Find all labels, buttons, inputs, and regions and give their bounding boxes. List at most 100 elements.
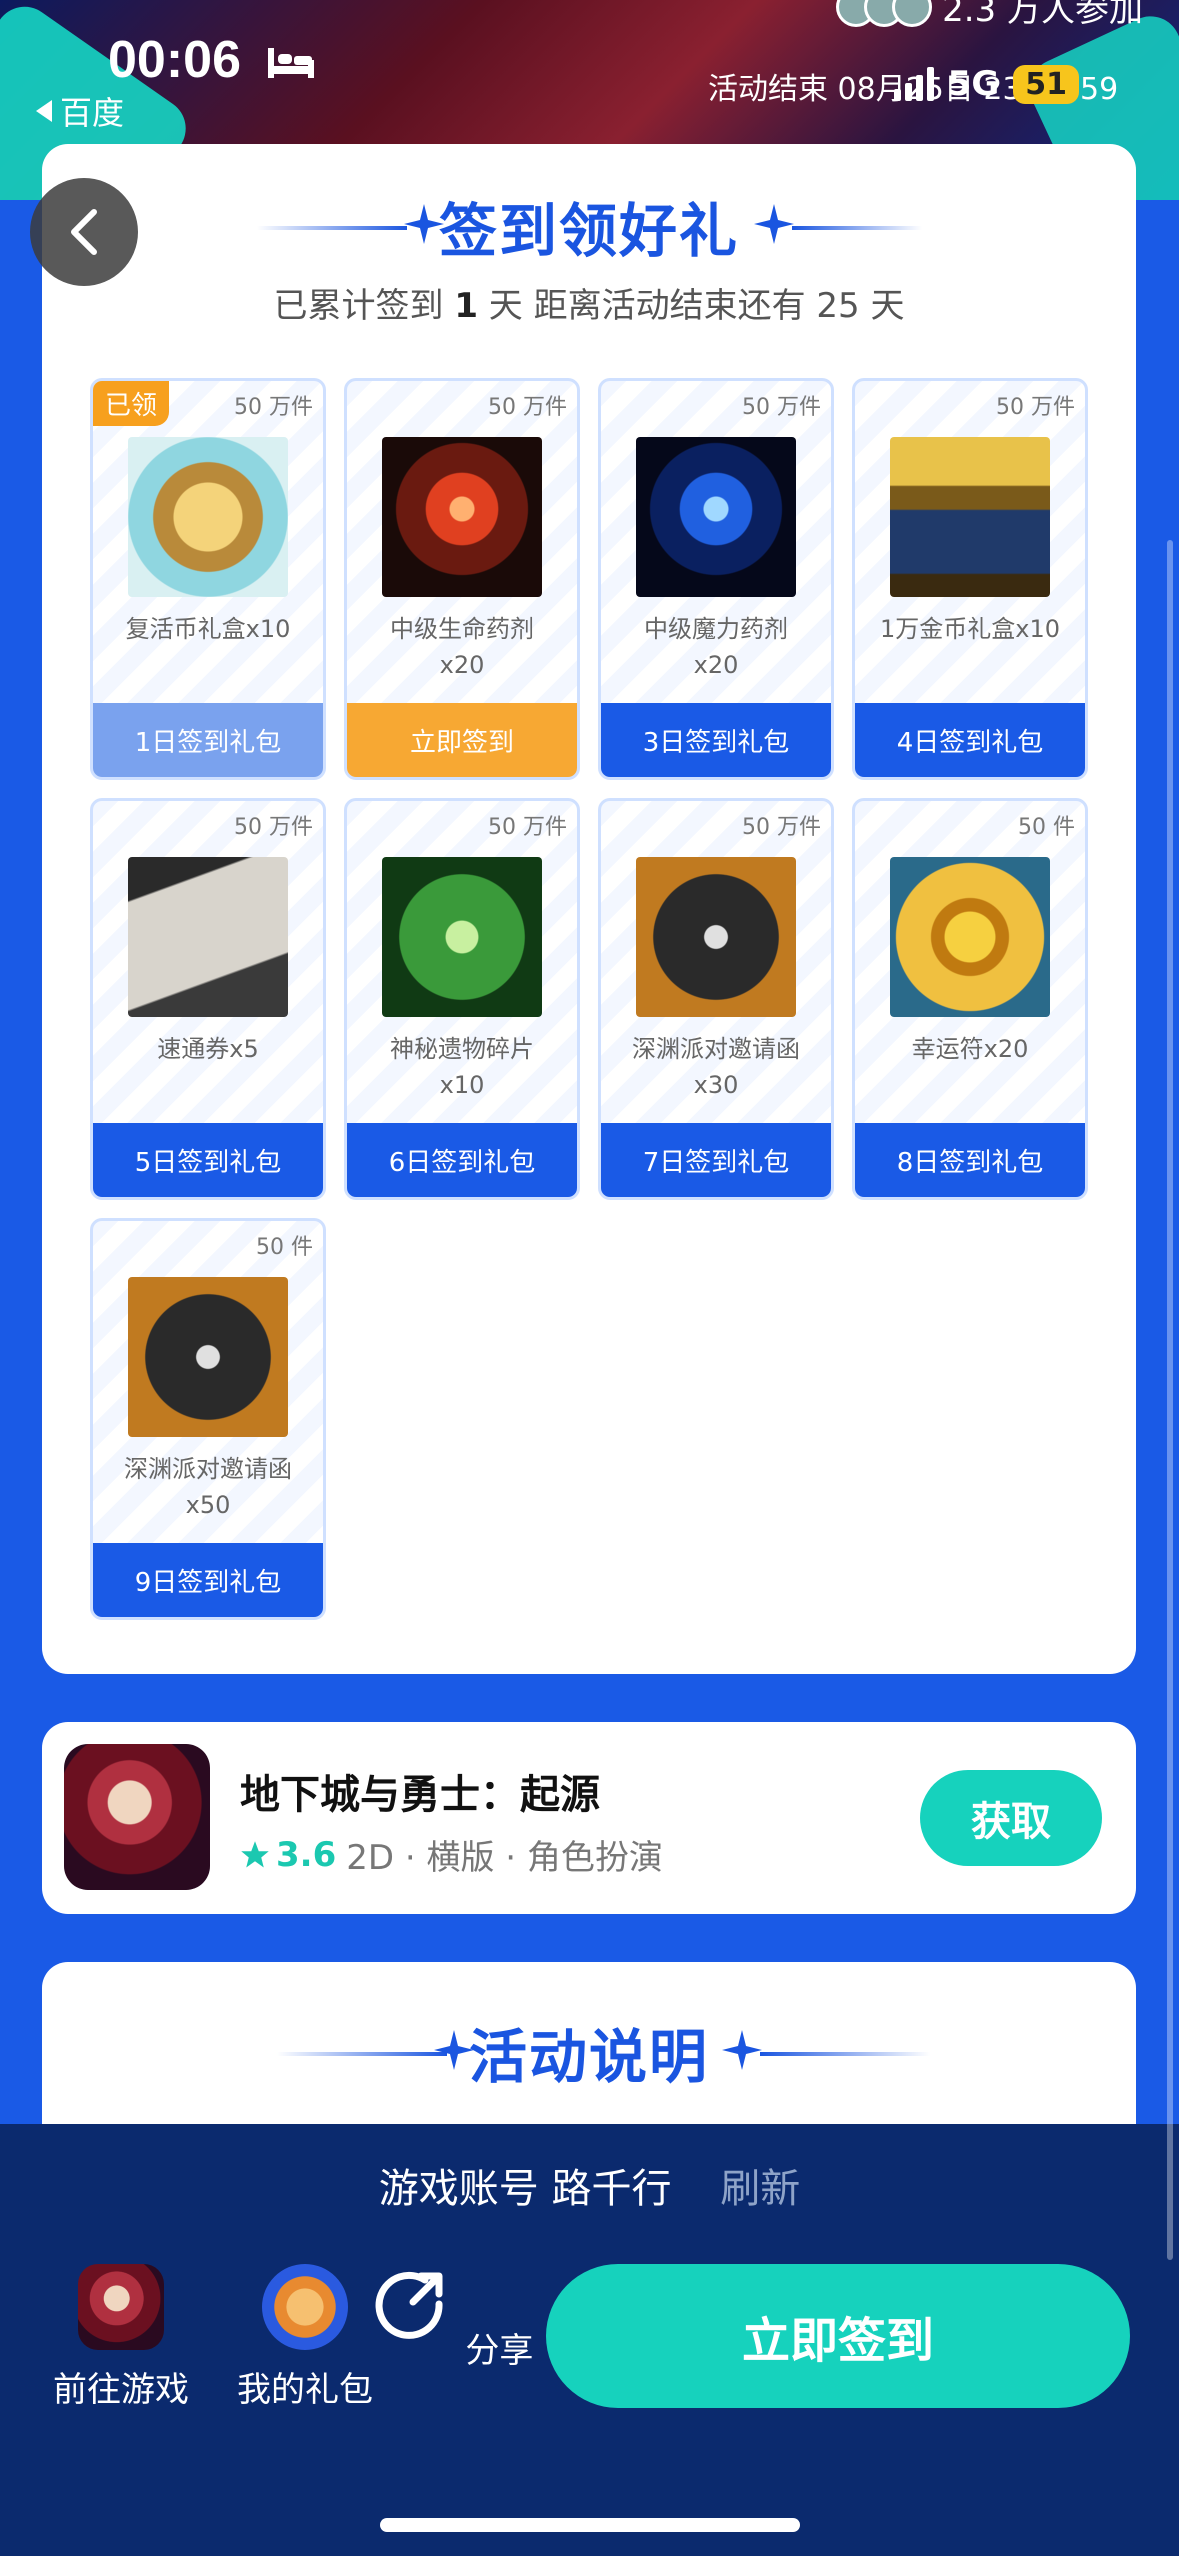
gift-button[interactable]: 5日签到礼包 [93, 1123, 323, 1197]
signin-title-row: 签到领好礼 [42, 184, 1136, 268]
gift-name: 中级魔力药剂 x20 [644, 615, 788, 679]
speed-ticket-icon [128, 857, 288, 1017]
back-button[interactable] [30, 178, 138, 286]
sparkle-icon [434, 2030, 474, 2070]
gift-name: 神秘遗物碎片 x10 [390, 1035, 534, 1099]
lucky-charm-icon [890, 857, 1050, 1017]
gift-button[interactable]: 3日签到礼包 [601, 703, 831, 777]
gift-stock: 50 件 [1018, 815, 1075, 840]
sparkle-icon [722, 2030, 762, 2070]
days-signed: 1 [454, 286, 478, 326]
title-right-line [792, 226, 922, 230]
gift-name: 1万金币礼盒x10 [879, 615, 1060, 643]
game-tags: 2D · 横版 · 角色扮演 [346, 1838, 663, 1878]
sign-now-button[interactable]: 立即签到 [546, 2264, 1130, 2408]
share-button[interactable]: 分享 [366, 2264, 536, 2372]
abyss-invitation-icon [128, 1277, 288, 1437]
get-game-button[interactable]: 获取 [920, 1770, 1102, 1866]
sparkle-icon [754, 204, 794, 244]
participant-avatars [836, 0, 933, 27]
sleep-mode-icon [268, 48, 314, 78]
gift-card-day-2[interactable]: 50 万件 中级生命药剂 x20 立即签到 [344, 378, 580, 780]
back-triangle-icon [36, 100, 52, 122]
revive-coin-icon [128, 437, 288, 597]
gift-stock: 50 万件 [742, 815, 821, 840]
summary-prefix: 已累计签到 [273, 286, 444, 326]
star-icon [241, 1840, 269, 1867]
gift-bag-icon [262, 2264, 348, 2350]
summary-suffix: 天 距离活动结束还有 25 天 [488, 286, 905, 326]
treasure-chest-icon [890, 437, 1050, 597]
account-row: 游戏账号 路千行 刷新 [0, 2156, 1179, 2214]
game-meta: 3.6 2D · 横版 · 角色扮演 [240, 1830, 663, 1879]
participants-text: 2.3 万人参加 [942, 0, 1143, 30]
chevron-left-icon [71, 209, 97, 255]
status-icons: 5G 51 [893, 64, 1079, 104]
gift-name: 深渊派对邀请函 x30 [632, 1035, 800, 1099]
gift-name: 幸运符x20 [911, 1035, 1029, 1063]
game-icon [78, 2264, 164, 2350]
gift-stock: 50 万件 [488, 395, 567, 420]
gift-name: 中级生命药剂 x20 [390, 615, 534, 679]
back-to-app[interactable]: 百度 [36, 88, 124, 134]
refresh-button[interactable]: 刷新 [720, 2166, 800, 2212]
gift-button[interactable]: 1日签到礼包 [93, 703, 323, 777]
health-potion-icon [382, 437, 542, 597]
gift-card-day-9[interactable]: 50 件 深渊派对邀请函 x50 9日签到礼包 [90, 1218, 326, 1620]
sign-now-gift-button[interactable]: 立即签到 [347, 703, 577, 777]
status-time: 00:06 [108, 31, 241, 89]
gift-button[interactable]: 7日签到礼包 [601, 1123, 831, 1197]
gift-button[interactable]: 4日签到礼包 [855, 703, 1085, 777]
game-rating-value: 3.6 [276, 1834, 337, 1875]
abyss-invitation-icon [636, 857, 796, 1017]
gift-card-day-6[interactable]: 50 万件 神秘遗物碎片 x10 6日签到礼包 [344, 798, 580, 1200]
description-title: 活动说明 [468, 2023, 709, 2091]
home-indicator[interactable] [380, 2518, 800, 2532]
gift-card-day-3[interactable]: 50 万件 中级魔力药剂 x20 3日签到礼包 [598, 378, 834, 780]
gift-stock: 50 万件 [234, 815, 313, 840]
gift-card-day-8[interactable]: 50 件 幸运符x20 8日签到礼包 [852, 798, 1088, 1200]
game-rating: 3.6 [240, 1835, 336, 1875]
participants-badge: 2.3 万人参加 [836, 0, 1143, 31]
scrollbar[interactable] [1167, 540, 1173, 2260]
gift-name: 深渊派对邀请函 x50 [124, 1455, 292, 1519]
gift-button[interactable]: 8日签到礼包 [855, 1123, 1085, 1197]
signal-icon [893, 67, 934, 101]
gift-stock: 50 万件 [742, 395, 821, 420]
goto-game-button[interactable]: 前往游戏 [36, 2264, 206, 2411]
gift-card-day-4[interactable]: 50 万件 1万金币礼盒x10 4日签到礼包 [852, 378, 1088, 780]
title-left-line [277, 2052, 447, 2056]
battery-level: 51 [1013, 64, 1079, 104]
gift-card-day-7[interactable]: 50 万件 深渊派对邀请函 x30 7日签到礼包 [598, 798, 834, 1200]
gift-name: 速通券x5 [157, 1035, 259, 1063]
claimed-badge: 已领 [93, 381, 170, 426]
signin-summary: 已累计签到 1 天 距离活动结束还有 25 天 [42, 278, 1136, 327]
gift-button[interactable]: 6日签到礼包 [347, 1123, 577, 1197]
game-card[interactable]: 地下城与勇士：起源 3.6 2D · 横版 · 角色扮演 获取 [42, 1722, 1136, 1914]
gift-card-day-5[interactable]: 50 万件 速通券x5 5日签到礼包 [90, 798, 326, 1200]
signin-card: 签到领好礼 已累计签到 1 天 距离活动结束还有 25 天 已领 50 万件 复… [42, 144, 1136, 1674]
bottom-action-bar: 游戏账号 路千行 刷新 前往游戏 我的礼包 分享 立即签到 [0, 2124, 1179, 2556]
goto-game-label: 前往游戏 [53, 2370, 189, 2410]
signin-title: 签到领好礼 [438, 197, 739, 265]
network-type: 5G [947, 64, 1000, 104]
gift-button[interactable]: 9日签到礼包 [93, 1543, 323, 1617]
title-left-line [257, 226, 407, 230]
relic-fragment-icon [382, 857, 542, 1017]
description-title-row: 活动说明 [42, 2010, 1136, 2094]
account-label: 游戏账号 路千行 [378, 2166, 672, 2212]
share-label: 分享 [465, 2331, 534, 2371]
mana-potion-icon [636, 437, 796, 597]
gift-stock: 50 万件 [996, 395, 1075, 420]
my-gifts-label: 我的礼包 [237, 2370, 373, 2410]
back-app-label: 百度 [60, 94, 125, 132]
title-right-line [760, 2052, 930, 2056]
game-app-icon [64, 1744, 210, 1890]
share-icon [375, 2271, 443, 2339]
gift-card-day-1[interactable]: 已领 50 万件 复活币礼盒x10 1日签到礼包 [90, 378, 326, 780]
my-gifts-button[interactable]: 我的礼包 [220, 2264, 390, 2411]
gift-stock: 50 件 [256, 1235, 313, 1260]
game-title: 地下城与勇士：起源 [240, 1772, 600, 1818]
sparkle-icon [404, 204, 444, 244]
gift-stock: 50 万件 [488, 815, 567, 840]
